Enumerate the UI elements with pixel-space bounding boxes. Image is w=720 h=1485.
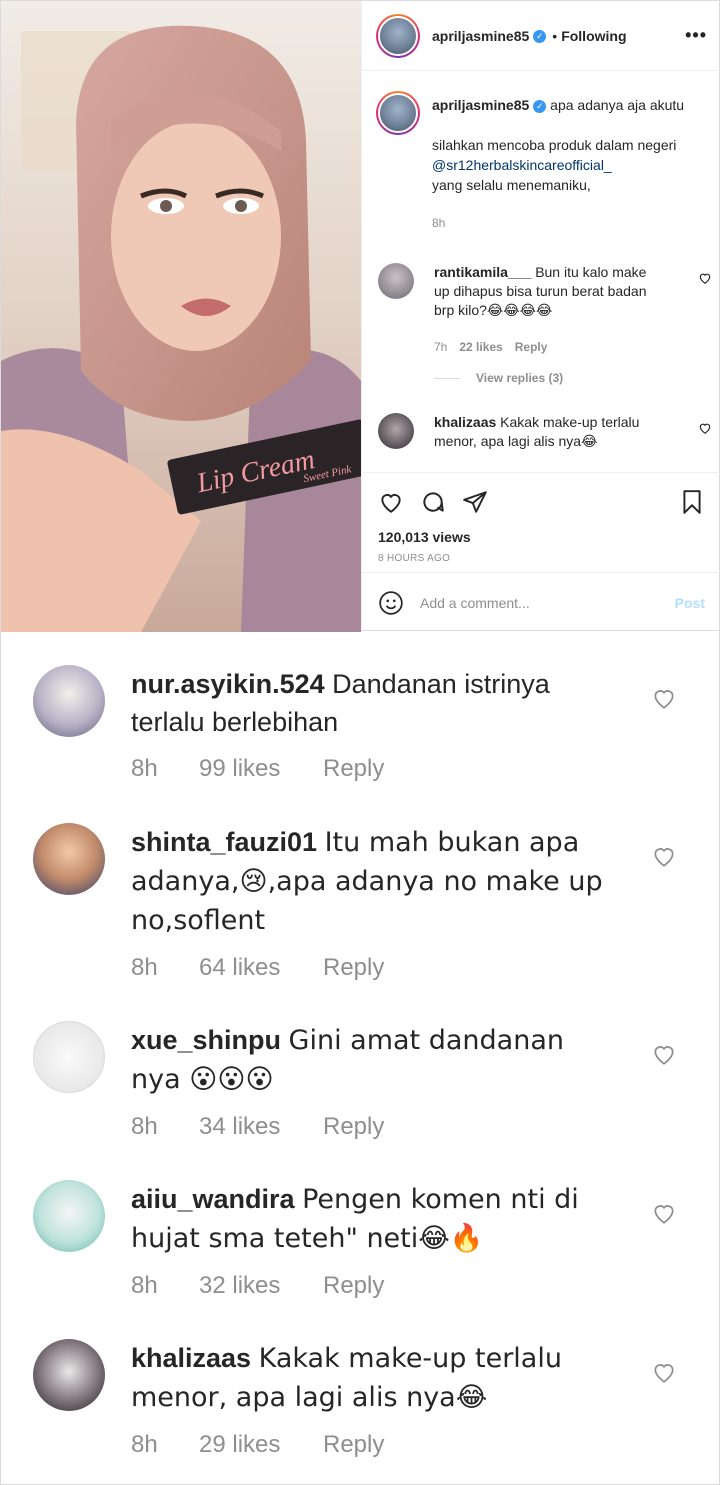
comment-time: 8h xyxy=(131,1272,158,1299)
post-header: apriljasmine85 ✓ • Following ••• xyxy=(362,1,720,71)
avatar[interactable] xyxy=(378,263,414,299)
comment-time: 8h xyxy=(131,1431,158,1458)
post-timestamp: 8 HOURS AGO xyxy=(378,553,451,564)
like-heart-icon[interactable] xyxy=(651,843,677,869)
caption-time: 8h xyxy=(432,216,446,230)
like-heart-icon[interactable] xyxy=(698,271,712,285)
photo-illustration: Lip Cream Sweet Pink xyxy=(1,1,361,632)
caption-line3: yang selalu menemaniku, xyxy=(432,177,591,193)
avatar[interactable] xyxy=(33,1180,105,1252)
comment-username[interactable]: nur.asyikin.524 xyxy=(131,669,325,699)
list-item: khalizaas Kakak make-up terlalu menor, a… xyxy=(33,1339,693,1465)
like-heart-icon[interactable] xyxy=(651,1359,677,1385)
comment-likes[interactable]: 64 likes xyxy=(199,948,323,988)
comment-time: 8h xyxy=(131,954,158,981)
list-item: rantikamila___ Bun itu kalo make up diha… xyxy=(378,263,711,354)
caption-username[interactable]: apriljasmine85 xyxy=(432,97,529,113)
caption: apriljasmine85 ✓ apa adanya aja akutu sil… xyxy=(376,91,706,233)
reply-button[interactable]: Reply xyxy=(323,749,384,789)
comment-icon[interactable] xyxy=(420,489,446,515)
list-item: nur.asyikin.524 Dandanan istrinya terlal… xyxy=(33,665,693,789)
reply-button[interactable]: Reply xyxy=(323,1107,384,1147)
following-button[interactable]: Following xyxy=(561,28,626,44)
list-item: xue_shinpu Gini amat dandanan nya 😮😮😮 8h… xyxy=(33,1021,693,1147)
post-actions: 120,013 views 8 HOURS AGO xyxy=(362,472,720,572)
list-item: shinta_fauzi01 Itu mah bukan apa adanya,… xyxy=(33,823,693,988)
comment-username[interactable]: khalizaas xyxy=(131,1343,251,1373)
avatar[interactable] xyxy=(378,413,414,449)
like-heart-icon[interactable] xyxy=(698,421,712,435)
username[interactable]: apriljasmine85 ✓ xyxy=(432,28,547,44)
comment-username[interactable]: rantikamila___ xyxy=(434,264,531,280)
like-heart-icon[interactable] xyxy=(651,1200,677,1226)
reply-button[interactable]: Reply xyxy=(323,948,384,988)
avatar[interactable] xyxy=(33,1021,105,1093)
post-sidebar: apriljasmine85 ✓ • Following ••• apriljas… xyxy=(361,1,720,632)
separator-dot: • xyxy=(552,27,558,44)
instagram-post: Lip Cream Sweet Pink apriljasmine85 ✓ • F… xyxy=(0,0,720,632)
caption-line2: silahkan mencoba produk dalam negeri xyxy=(432,137,677,153)
more-options-icon[interactable]: ••• xyxy=(685,25,707,46)
avatar[interactable] xyxy=(376,13,420,58)
comment-time: 7h xyxy=(434,340,448,354)
comment-likes[interactable]: 34 likes xyxy=(199,1107,323,1147)
comment-likes[interactable]: 29 likes xyxy=(199,1425,323,1465)
list-item: khalizaas Kakak make-up terlalu menor, a… xyxy=(378,413,711,451)
comment-likes[interactable]: 32 likes xyxy=(199,1266,323,1306)
reply-button[interactable]: Reply xyxy=(323,1266,384,1306)
post-comment-button[interactable]: Post xyxy=(675,595,705,611)
list-item: aiiu_wandira Pengen komen nti di hujat s… xyxy=(33,1180,693,1306)
caption-line1: apa adanya aja akutu xyxy=(550,97,685,113)
like-heart-icon[interactable] xyxy=(378,489,404,515)
post-photo[interactable]: Lip Cream Sweet Pink xyxy=(1,1,361,632)
reply-button[interactable]: Reply xyxy=(323,1425,384,1465)
add-comment-input[interactable]: Add a comment... xyxy=(420,595,530,611)
emoji-icon[interactable] xyxy=(378,590,404,616)
reply-button[interactable]: Reply xyxy=(515,340,548,354)
bookmark-icon[interactable] xyxy=(679,489,705,515)
avatar[interactable] xyxy=(376,91,420,135)
comment-username[interactable]: xue_shinpu xyxy=(131,1025,281,1055)
comment-likes[interactable]: 99 likes xyxy=(199,749,323,789)
comment-time: 8h xyxy=(131,755,158,782)
comment-likes[interactable]: 22 likes xyxy=(459,340,502,354)
comment-username[interactable]: khalizaas xyxy=(434,414,496,430)
like-heart-icon[interactable] xyxy=(651,1041,677,1067)
verified-badge-icon: ✓ xyxy=(533,99,547,113)
comment-username[interactable]: aiiu_wandira xyxy=(131,1184,295,1214)
avatar[interactable] xyxy=(33,1339,105,1411)
share-icon[interactable] xyxy=(462,489,488,515)
caption-mention[interactable]: @sr12herbalskincareofficial_ xyxy=(432,157,612,173)
comment-username[interactable]: shinta_fauzi01 xyxy=(131,827,317,857)
avatar[interactable] xyxy=(33,665,105,737)
view-count[interactable]: 120,013 views xyxy=(378,529,705,545)
comment-time: 8h xyxy=(131,1113,158,1140)
view-replies-button[interactable]: View replies (3) xyxy=(434,371,563,385)
avatar[interactable] xyxy=(33,823,105,895)
verified-badge-icon: ✓ xyxy=(533,30,547,44)
comments-zoom: nur.asyikin.524 Dandanan istrinya terlal… xyxy=(0,631,720,1485)
add-comment-bar: Add a comment... Post xyxy=(362,572,720,632)
like-heart-icon[interactable] xyxy=(651,685,677,711)
